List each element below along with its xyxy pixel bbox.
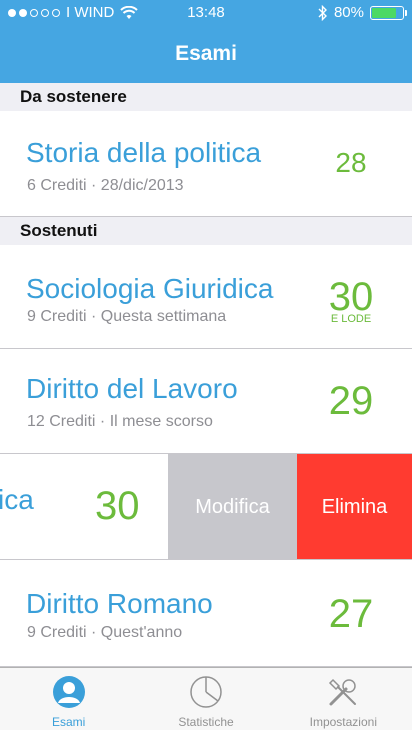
battery-percentage: 80% [333, 4, 364, 21]
tab-bar: Esami Statistiche Impostazioni [0, 667, 412, 730]
delete-button[interactable]: Elimina [297, 454, 412, 559]
exam-details: 12 Crediti · Il mese scorso [27, 413, 213, 430]
tab-label: Statistiche [178, 715, 234, 729]
status-right: 80% [318, 4, 407, 21]
exam-name: Sociologia Giuridica [26, 273, 274, 304]
battery-icon [370, 5, 407, 20]
exam-name: Storia della politica [26, 137, 262, 168]
page-title: Esami [175, 42, 237, 65]
navigation-bar: I WIND 13:48 80% Esami [0, 0, 412, 83]
section-header-sostenuti: Sostenuti [0, 217, 412, 245]
exam-name: Diritto del Lavoro [26, 373, 238, 404]
pie-chart-icon [190, 676, 222, 708]
tools-icon [329, 678, 357, 706]
tab-label: Esami [51, 715, 86, 729]
bluetooth-icon [318, 4, 327, 21]
status-bar: I WIND 13:48 80% [0, 0, 412, 26]
edit-button[interactable]: Modifica [168, 454, 297, 559]
tab-statistiche[interactable]: Statistiche [137, 668, 274, 730]
battery-fill [372, 7, 396, 18]
exam-details: 9 Crediti · Quest'anno [27, 624, 183, 641]
tab-impostazioni[interactable]: Impostazioni [275, 668, 412, 730]
exam-row-swiped[interactable]: ica 30 Modifica Elimina [0, 454, 412, 560]
exam-grade: 28 [335, 147, 367, 178]
exam-details: 9 Crediti · Questa settimana [27, 308, 227, 325]
exam-grade: 29 [328, 379, 374, 423]
exam-row[interactable]: Storia della politica 6 Crediti · 28/dic… [0, 111, 412, 217]
exam-name: Diritto Romano [26, 588, 213, 619]
exam-row[interactable]: Diritto Romano 9 Crediti · Quest'anno 27 [0, 560, 412, 667]
honors-label: E LODE [330, 313, 372, 325]
tab-label: Impostazioni [309, 715, 377, 729]
exam-grade: 30 [95, 484, 140, 528]
exam-details: 6 Crediti · 28/dic/2013 [27, 177, 184, 194]
exam-grade: 27 [328, 592, 374, 636]
section-header-da-sostenere: Da sostenere [0, 83, 412, 111]
tab-esami[interactable]: Esami [0, 668, 137, 730]
exam-row[interactable]: Sociologia Giuridica 9 Crediti · Questa … [0, 245, 412, 349]
user-icon [52, 676, 85, 708]
exam-row[interactable]: Diritto del Lavoro 12 Crediti · Il mese … [0, 349, 412, 454]
exam-name: ica [0, 484, 34, 515]
